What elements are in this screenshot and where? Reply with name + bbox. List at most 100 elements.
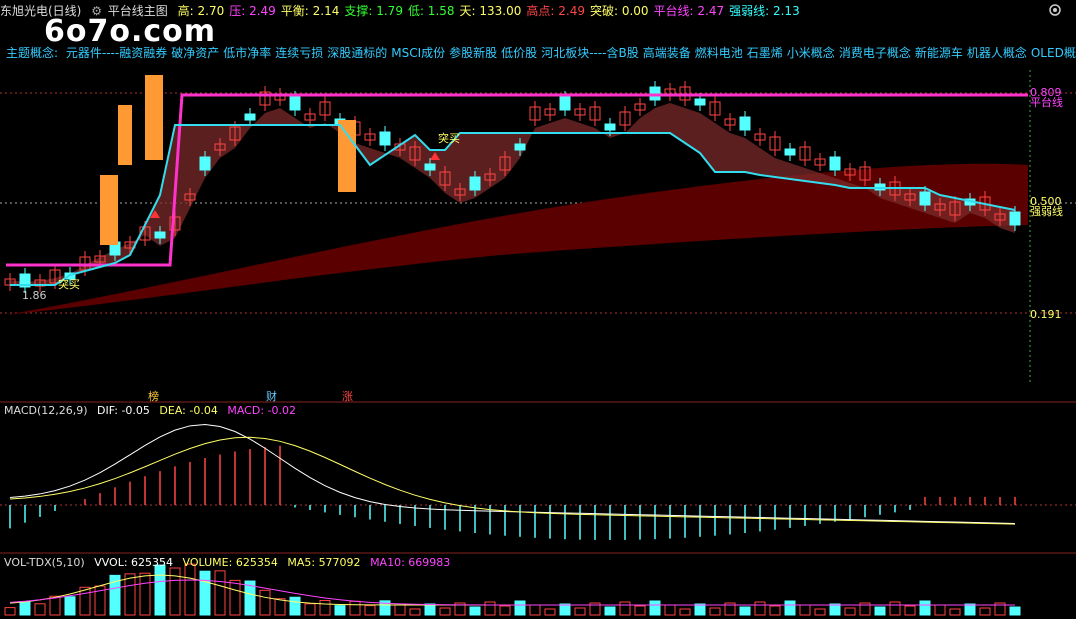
stat-3: 支撑: 1.79 [344, 4, 403, 18]
volume-bar [814, 608, 826, 616]
volume-bar [199, 570, 211, 616]
volume-bar [964, 603, 976, 616]
volume-bar [169, 567, 181, 616]
concept-item[interactable]: 小米概念 [787, 46, 835, 60]
volume-bar [919, 600, 931, 616]
candle [919, 191, 931, 206]
marker-cai[interactable]: 财 [266, 388, 277, 404]
marker-zhang[interactable]: 涨 [342, 388, 353, 404]
volume-bar [694, 603, 706, 616]
candle [469, 176, 481, 191]
candle [604, 123, 616, 131]
stat-2: 平衡: 2.14 [280, 4, 340, 18]
volume-bar [949, 608, 961, 616]
concept-item[interactable]: 消费电子概念 [839, 46, 911, 60]
volume-bar [409, 608, 421, 616]
concept-item[interactable]: 深股通标的 [327, 46, 387, 60]
concept-item[interactable]: 低市净率 [223, 46, 271, 60]
volume-bar [154, 564, 166, 616]
concept-item[interactable]: 破净资产 [171, 46, 219, 60]
candle [424, 163, 436, 171]
volume-bar [124, 573, 136, 616]
strength-line-label: 强弱线 [1030, 205, 1063, 218]
marker-bang[interactable]: 榜 [148, 388, 159, 404]
theme-concepts: 主题概念: 元器件----融资融券 破净资产 低市净率 连续亏损 深股通标的 MSCI成份… [6, 44, 1076, 61]
stat-5: 天: 133.00 [459, 4, 522, 18]
volume-bar [259, 589, 271, 616]
highlight-bar [100, 175, 118, 245]
volume-bar [844, 607, 856, 616]
candle [154, 231, 166, 239]
volume-bar [334, 605, 346, 616]
volume-bar [484, 601, 496, 616]
stat-1: 压: 2.49 [229, 4, 276, 18]
volume-bar [889, 601, 901, 616]
concept-item[interactable]: 河北板块----含B股 [541, 46, 639, 60]
stock-title[interactable]: 东旭光电(日线) [0, 4, 81, 18]
chart-header: 东旭光电(日线) ⚙ 平台线主图 高: 2.70 压: 2.49 平衡: 2.14 支… [0, 2, 811, 20]
vol-name[interactable]: VOL-TDX(5,10) [4, 556, 85, 569]
candle [289, 96, 301, 111]
volume-bar [874, 606, 886, 616]
stat-8: 平台线: 2.47 [653, 4, 725, 18]
stat-6: 高点: 2.49 [526, 4, 585, 18]
volume-bar [979, 607, 991, 616]
volume-bar [514, 600, 526, 616]
chart-canvas[interactable] [0, 0, 1076, 619]
highlight-bar [338, 120, 356, 192]
vol-ma5-label: MA5: [287, 556, 316, 569]
candle [379, 131, 391, 146]
concept-item[interactable]: 高端装备 [643, 46, 691, 60]
highlight-bar [145, 75, 163, 160]
settings-icon[interactable]: ⚙ [91, 4, 102, 18]
volume-bar [289, 596, 301, 616]
concept-item[interactable]: OLED概念 [1031, 46, 1076, 60]
volume-bar [349, 600, 361, 616]
concept-item[interactable]: 元器件----融资融券 [66, 46, 167, 60]
macd-name[interactable]: MACD(12,26,9) [4, 404, 88, 417]
volume-bar [574, 607, 586, 616]
volume-bar [4, 607, 16, 616]
volume-bar [529, 604, 541, 616]
vol-ma5: 577092 [318, 556, 361, 569]
volume-bar [634, 605, 646, 616]
vol-header: VOL-TDX(5,10) VVOL: 625354 VOLUME: 62535… [4, 556, 456, 569]
volume-bar [799, 604, 811, 616]
indicator-name[interactable]: 平台线主图 [108, 4, 168, 18]
concept-item[interactable]: 低价股 [501, 46, 537, 60]
concept-item[interactable]: 燃料电池 [695, 46, 743, 60]
stat-0: 高: 2.70 [177, 4, 225, 18]
concept-item[interactable]: 机器人概念 [967, 46, 1027, 60]
macd-dea-label: DEA: [159, 404, 186, 417]
stat-4: 低: 1.58 [407, 4, 455, 18]
low-price-label: 1.86 [22, 289, 47, 302]
macd-macd-label: MACD: [227, 404, 265, 417]
volume-bar [829, 603, 841, 616]
volume-bar [604, 606, 616, 616]
window-settings-icon[interactable] [1048, 3, 1062, 17]
concept-item[interactable]: MSCI成份 [391, 46, 445, 60]
buy-signal-2: 突买 [438, 132, 460, 145]
concept-item[interactable]: 新能源车 [915, 46, 963, 60]
volume-bar [364, 605, 376, 616]
volume-bar [904, 605, 916, 616]
candle [829, 156, 841, 171]
volume-bar [49, 595, 61, 616]
candle [739, 116, 751, 131]
volume-bar [739, 606, 751, 616]
concept-item[interactable]: 参股新股 [449, 46, 497, 60]
platform-line-label: 平台线 [1030, 96, 1063, 109]
candle [559, 96, 571, 111]
concept-item[interactable]: 石墨烯 [747, 46, 783, 60]
volume-bar [1009, 606, 1021, 616]
candle [784, 148, 796, 156]
highlight-bar [118, 105, 132, 165]
volume-bar [499, 605, 511, 616]
concept-item[interactable]: 连续亏损 [275, 46, 323, 60]
volume-bar [229, 579, 241, 616]
macd-dea: -0.04 [189, 404, 218, 417]
candle [1009, 211, 1021, 226]
stat-9: 强弱线: 2.13 [729, 4, 800, 18]
volume-bar [769, 605, 781, 616]
candle [244, 113, 256, 121]
